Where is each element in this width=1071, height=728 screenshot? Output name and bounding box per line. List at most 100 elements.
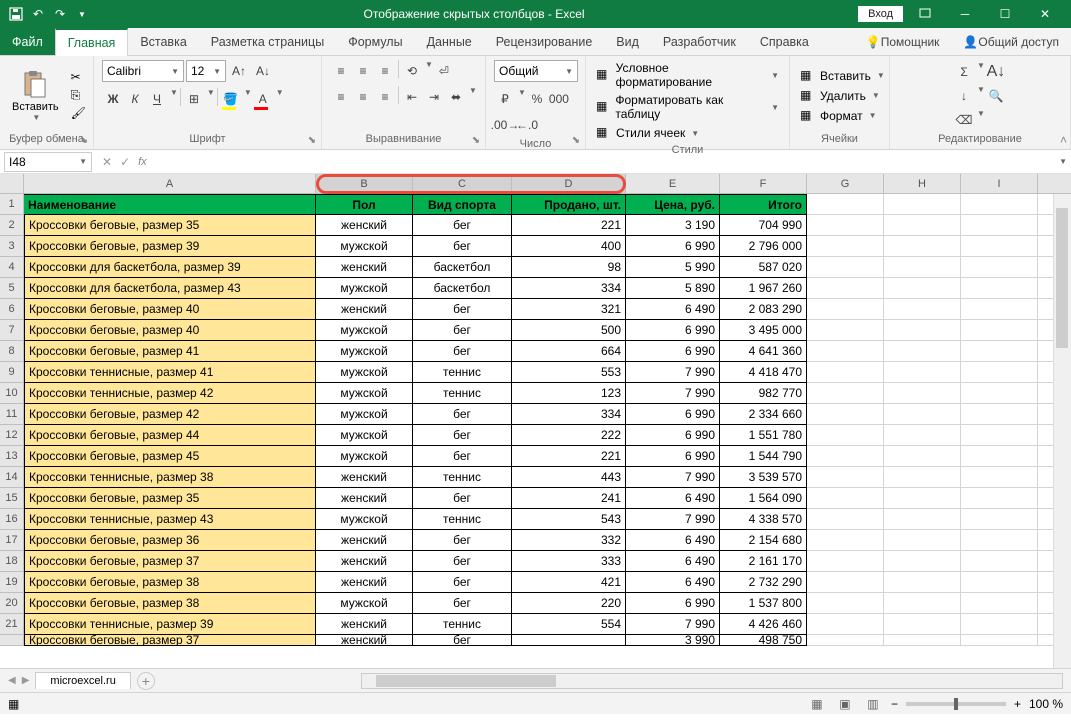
cell[interactable]: Кроссовки теннисные, размер 41 [24, 362, 316, 383]
cell[interactable] [807, 383, 884, 404]
cell[interactable]: бег [413, 593, 512, 614]
row-header[interactable]: 1 [0, 194, 24, 215]
cell[interactable]: 587 020 [720, 257, 807, 278]
tell-me[interactable]: 💡 Помощник [854, 28, 952, 55]
cell[interactable] [807, 488, 884, 509]
ribbon-display-icon[interactable] [907, 3, 943, 25]
cell[interactable]: мужской [316, 446, 413, 467]
close-icon[interactable]: ✕ [1027, 3, 1063, 25]
collapse-ribbon-icon[interactable]: ˄ [1060, 133, 1067, 147]
normal-view-icon[interactable]: ▦ [807, 696, 827, 712]
cell[interactable]: Кроссовки теннисные, размер 39 [24, 614, 316, 635]
wrap-text-icon[interactable]: ⏎ [433, 60, 455, 82]
share-button[interactable]: 👤 Общий доступ [951, 28, 1071, 55]
cell[interactable]: Кроссовки теннисные, размер 38 [24, 467, 316, 488]
cell[interactable] [807, 467, 884, 488]
cell[interactable]: 443 [512, 467, 626, 488]
cell[interactable]: 2 732 290 [720, 572, 807, 593]
cell[interactable]: 1 564 090 [720, 488, 807, 509]
cell[interactable]: 704 990 [720, 215, 807, 236]
cell[interactable] [807, 425, 884, 446]
cell[interactable] [807, 446, 884, 467]
cell[interactable]: 6 490 [626, 299, 720, 320]
sheet-tab[interactable]: microexcel.ru [35, 672, 130, 689]
row-header[interactable]: 18 [0, 551, 24, 572]
row-header[interactable]: 13 [0, 446, 24, 467]
cell[interactable] [807, 551, 884, 572]
cell[interactable] [884, 446, 961, 467]
clipboard-launcher[interactable]: ⬊ [77, 133, 91, 147]
tab-view[interactable]: Вид [604, 28, 651, 55]
row-header[interactable]: 6 [0, 299, 24, 320]
alignment-launcher[interactable]: ⬊ [469, 133, 483, 147]
format-painter-icon[interactable]: 🖌 [71, 106, 87, 122]
cell[interactable]: 6 990 [626, 341, 720, 362]
expand-formula-icon[interactable]: ▼ [1059, 157, 1067, 166]
cell[interactable]: 543 [512, 509, 626, 530]
col-header-F[interactable]: F [720, 174, 807, 194]
cell[interactable] [884, 614, 961, 635]
cell[interactable]: женский [316, 488, 413, 509]
decrease-font-icon[interactable]: A↓ [252, 60, 274, 82]
cell[interactable]: 220 [512, 593, 626, 614]
cell[interactable] [961, 572, 1038, 593]
fill-color-icon[interactable]: 🪣 [220, 88, 242, 110]
cell[interactable]: мужской [316, 236, 413, 257]
cell[interactable]: женский [316, 614, 413, 635]
tab-developer[interactable]: Разработчик [651, 28, 748, 55]
cell[interactable]: 1 967 260 [720, 278, 807, 299]
vertical-scrollbar[interactable] [1053, 194, 1071, 668]
cell[interactable] [961, 635, 1038, 646]
format-as-table[interactable]: ▦Форматировать как таблицу▼ [594, 92, 781, 122]
cell[interactable]: бег [413, 488, 512, 509]
cell[interactable]: 3 990 [626, 635, 720, 646]
cell[interactable]: 4 641 360 [720, 341, 807, 362]
row-header[interactable]: 10 [0, 383, 24, 404]
cell[interactable] [807, 635, 884, 646]
cell[interactable]: Кроссовки беговые, размер 39 [24, 236, 316, 257]
cell[interactable] [884, 299, 961, 320]
cell[interactable]: мужской [316, 383, 413, 404]
maximize-icon[interactable]: ☐ [987, 3, 1023, 25]
col-header-I[interactable]: I [961, 174, 1038, 194]
cell[interactable] [961, 383, 1038, 404]
cell[interactable] [807, 404, 884, 425]
cell[interactable] [884, 635, 961, 646]
cell[interactable]: 4 338 570 [720, 509, 807, 530]
cell[interactable]: бег [413, 341, 512, 362]
cut-icon[interactable]: ✂ [71, 70, 87, 86]
delete-cells[interactable]: ▦Удалить▼ [798, 87, 887, 105]
add-sheet-button[interactable]: + [137, 672, 155, 690]
borders-icon[interactable]: ⊞ [183, 88, 205, 110]
cell[interactable]: Кроссовки беговые, размер 38 [24, 593, 316, 614]
cell[interactable] [884, 488, 961, 509]
fill-icon[interactable]: ↓ [953, 85, 975, 107]
col-header-D[interactable]: D [512, 174, 626, 194]
cell[interactable]: 2 161 170 [720, 551, 807, 572]
cell[interactable]: 553 [512, 362, 626, 383]
font-name-combo[interactable]: Calibri▼ [102, 60, 184, 82]
cell[interactable]: Кроссовки беговые, размер 35 [24, 215, 316, 236]
cell[interactable]: Кроссовки теннисные, размер 42 [24, 383, 316, 404]
cell[interactable]: мужской [316, 404, 413, 425]
enter-icon[interactable]: ✓ [120, 155, 130, 169]
tab-insert[interactable]: Вставка [128, 28, 198, 55]
align-center-icon[interactable]: ≡ [352, 86, 374, 108]
row-header[interactable]: 12 [0, 425, 24, 446]
cell[interactable]: 221 [512, 446, 626, 467]
cell[interactable] [807, 509, 884, 530]
cell[interactable]: мужской [316, 320, 413, 341]
align-left-icon[interactable]: ≡ [330, 86, 352, 108]
cell[interactable] [884, 425, 961, 446]
row-header[interactable]: 15 [0, 488, 24, 509]
row-header[interactable]: 11 [0, 404, 24, 425]
font-launcher[interactable]: ⬊ [305, 133, 319, 147]
row-header[interactable]: 14 [0, 467, 24, 488]
align-middle-icon[interactable]: ≡ [352, 60, 374, 82]
sheet-nav-prev[interactable]: ◀ [8, 675, 16, 686]
cell[interactable]: бег [413, 446, 512, 467]
cell[interactable]: женский [316, 299, 413, 320]
cell[interactable]: 6 990 [626, 446, 720, 467]
cell[interactable]: Кроссовки теннисные, размер 43 [24, 509, 316, 530]
cell[interactable]: 6 990 [626, 236, 720, 257]
